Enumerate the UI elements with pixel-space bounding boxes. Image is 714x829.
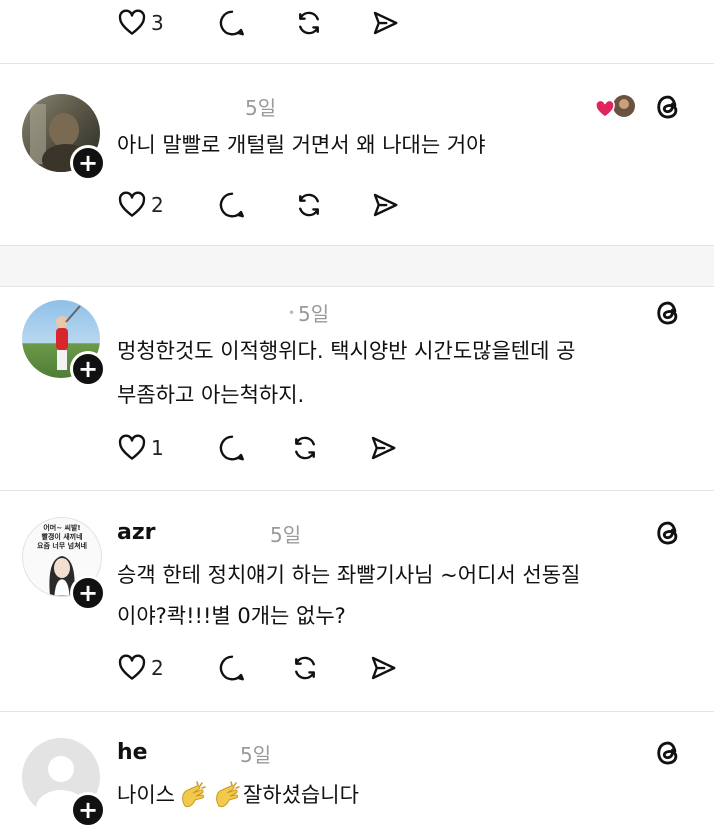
post-text-line-2: 부좀하고 아는척하지.: [117, 383, 305, 407]
post-text: 나이스 잘하셨습니다: [117, 778, 359, 812]
like-count: 1: [151, 436, 164, 460]
speech-bubble-icon: [217, 433, 247, 463]
share-button[interactable]: [368, 433, 398, 463]
repost-icon: [290, 653, 320, 683]
send-icon: [368, 653, 398, 683]
follow-plus-button[interactable]: +: [70, 792, 106, 828]
repost-button[interactable]: [294, 8, 324, 38]
repost-button[interactable]: [290, 433, 320, 463]
clapping-hands-icon: [216, 781, 240, 808]
threads-logo-icon[interactable]: [653, 92, 683, 122]
timestamp: 5일: [240, 743, 272, 767]
username[interactable]: azr: [117, 520, 156, 545]
share-button[interactable]: [370, 8, 400, 38]
repost-button[interactable]: [290, 653, 320, 683]
send-icon: [370, 190, 400, 220]
follow-plus-button[interactable]: +: [70, 351, 106, 387]
timestamp: 5일: [245, 96, 277, 120]
post-text-line-1: 멍청한것도 이적행위다. 택시양반 시간도많을텐데 공: [117, 339, 576, 363]
timestamp: 5일: [298, 302, 330, 326]
speech-bubble-icon: [217, 653, 247, 683]
post-text-line-2: 이야?콱!!!별 0개는 없누?: [117, 604, 346, 628]
username-obscured: •: [288, 306, 296, 320]
like-button[interactable]: 2: [117, 653, 164, 683]
threads-logo-icon[interactable]: [653, 738, 683, 768]
username[interactable]: he: [117, 740, 148, 765]
divider: [0, 711, 714, 712]
share-button[interactable]: [368, 653, 398, 683]
heart-outline-icon: [117, 433, 147, 463]
section-gap: [0, 246, 714, 286]
timestamp: 5일: [270, 523, 302, 547]
heart-outline-icon: [117, 653, 147, 683]
like-count: 2: [151, 193, 164, 217]
send-icon: [368, 433, 398, 463]
reaction-avatars: [595, 94, 639, 120]
speech-bubble-icon: [217, 190, 247, 220]
repost-button[interactable]: [294, 190, 324, 220]
share-button[interactable]: [370, 190, 400, 220]
like-button[interactable]: 3: [117, 8, 164, 38]
heart-outline-icon: [117, 8, 147, 38]
send-icon: [370, 8, 400, 38]
repost-icon: [294, 8, 324, 38]
post-text-line-1: 승객 한테 정치얘기 하는 좌빨기사님 ~어디서 선동질: [117, 563, 581, 587]
heart-outline-icon: [117, 190, 147, 220]
like-count: 3: [151, 11, 164, 35]
threads-logo-icon[interactable]: [653, 518, 683, 548]
like-button[interactable]: 2: [117, 190, 164, 220]
threads-logo-icon[interactable]: [653, 298, 683, 328]
reply-button[interactable]: [217, 190, 247, 220]
follow-plus-button[interactable]: +: [70, 145, 106, 181]
divider: [0, 63, 714, 64]
heart-reaction-icon: [595, 95, 635, 118]
divider: [0, 286, 714, 287]
reply-button[interactable]: [217, 8, 247, 38]
post-text: 아니 말빨로 개털릴 거면서 왜 나대는 거야: [117, 133, 486, 157]
like-button[interactable]: 1: [117, 433, 164, 463]
divider: [0, 490, 714, 491]
reply-button[interactable]: [217, 433, 247, 463]
like-count: 2: [151, 656, 164, 680]
follow-plus-button[interactable]: +: [70, 575, 106, 611]
clapping-hands-icon: [182, 781, 206, 808]
repost-icon: [290, 433, 320, 463]
reply-button[interactable]: [217, 653, 247, 683]
repost-icon: [294, 190, 324, 220]
speech-bubble-icon: [217, 8, 247, 38]
